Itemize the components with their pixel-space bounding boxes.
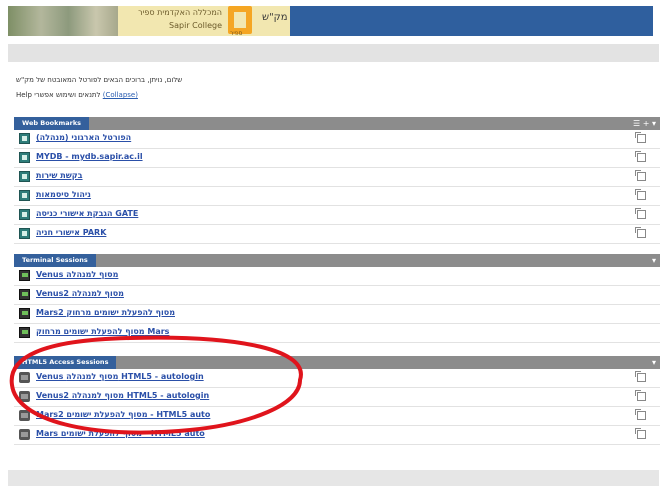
bookmark-link[interactable]: ניהול סיסמאות (36, 190, 91, 199)
open-new-window-icon[interactable] (635, 371, 646, 382)
bookmark-link[interactable]: אישורי חניה PARK (36, 228, 106, 237)
bookmark-link[interactable]: הפורטל הארגוני (מנהלה) (36, 133, 131, 142)
bookmark-icon (19, 133, 30, 144)
welcome-help-line: Help לתנאים ושימוש אפשרי (Collapse) (16, 91, 138, 99)
html5-session-link[interactable]: Mars2 מסוף להפעלת ישומים - HTML5 auto (36, 410, 210, 419)
section-header: HTML5 Access Sessions ▾ (14, 356, 660, 369)
open-new-window-icon[interactable] (635, 189, 646, 200)
html5-session-row[interactable]: Mars מסוף להפעלת ישומים - HTML5 auto (14, 426, 660, 445)
html5-session-row[interactable]: Venus2 מסוף למנהלה HTML5 - autologin (14, 388, 660, 407)
terminal-icon (19, 289, 30, 300)
portal-name: מק"ש (262, 12, 288, 23)
terminal-icon (19, 270, 30, 281)
html5-session-icon (19, 429, 30, 440)
html5-session-icon (19, 410, 30, 421)
help-text: Help לתנאים ושימוש אפשרי (16, 91, 101, 99)
header-bar (290, 6, 653, 36)
section-controls[interactable]: ☰ + ▾ (633, 118, 656, 129)
page-footer (8, 470, 659, 486)
campus-photo (8, 6, 118, 36)
html5-session-row[interactable]: Venus מסוף למנהלה HTML5 - autologin (14, 369, 660, 388)
section-title: Web Bookmarks (14, 117, 90, 130)
collapse-chevron-icon[interactable]: ▾ (652, 255, 656, 266)
html5-sessions-section: HTML5 Access Sessions ▾ Venus מסוף למנהל… (14, 356, 660, 445)
section-title: Terminal Sessions (14, 254, 96, 267)
terminal-link[interactable]: Venus מסוף למנהלה (36, 270, 118, 279)
bookmark-icon (19, 171, 30, 182)
bookmark-row[interactable]: הפורטל הארגוני (מנהלה) (14, 130, 660, 149)
section-title: HTML5 Access Sessions (14, 356, 117, 369)
bookmark-row[interactable]: MYDB - mydb.sapir.ac.il (14, 149, 660, 168)
toolbar-strip (8, 44, 659, 62)
bookmark-row[interactable]: ניהול סיסמאות (14, 187, 660, 206)
bookmark-row[interactable]: בקשת שירות (14, 168, 660, 187)
terminal-link[interactable]: Mars2 מסוף להפעלת ישומים מרחוק (36, 308, 175, 317)
terminal-row[interactable]: מסוף להפעלת ישומים מרחוק Mars (14, 324, 660, 343)
bookmark-row[interactable]: הגבקת אישורי כניסה GATE (14, 206, 660, 225)
terminal-link[interactable]: Venus2 מסוף למנהלה (36, 289, 124, 298)
terminal-icon (19, 308, 30, 319)
bookmark-row[interactable]: אישורי חניה PARK (14, 225, 660, 244)
terminal-row[interactable]: Venus מסוף למנהלה (14, 267, 660, 286)
open-new-window-icon[interactable] (635, 409, 646, 420)
section-header: Web Bookmarks ☰ + ▾ (14, 117, 660, 130)
web-bookmarks-section: Web Bookmarks ☰ + ▾ הפורטל הארגוני (מנהל… (14, 117, 660, 244)
collapse-chevron-icon[interactable]: ▾ (652, 357, 656, 368)
bookmark-link[interactable]: MYDB - mydb.sapir.ac.il (36, 152, 143, 161)
html5-session-icon (19, 391, 30, 402)
open-new-window-icon[interactable] (635, 132, 646, 143)
terminal-link[interactable]: מסוף להפעלת ישומים מרחוק Mars (36, 327, 169, 336)
terminal-icon (19, 327, 30, 338)
open-new-window-icon[interactable] (635, 151, 646, 162)
open-new-window-icon[interactable] (635, 208, 646, 219)
bookmark-icon (19, 152, 30, 163)
open-new-window-icon[interactable] (635, 390, 646, 401)
bookmark-icon (19, 209, 30, 220)
bookmark-icon (19, 228, 30, 239)
collapse-link[interactable]: (Collapse) (103, 91, 138, 99)
terminal-row[interactable]: Mars2 מסוף להפעלת ישומים מרחוק (14, 305, 660, 324)
terminal-row[interactable]: Venus2 מסוף למנהלה (14, 286, 660, 305)
bookmark-icon (19, 190, 30, 201)
html5-session-link[interactable]: Venus מסוף למנהלה HTML5 - autologin (36, 372, 204, 381)
html5-session-link[interactable]: Mars מסוף להפעלת ישומים - HTML5 auto (36, 429, 205, 438)
open-new-window-icon[interactable] (635, 170, 646, 181)
html5-session-icon (19, 372, 30, 383)
terminal-sessions-section: Terminal Sessions ▾ Venus מסוף למנהלה Ve… (14, 254, 660, 343)
section-header: Terminal Sessions ▾ (14, 254, 660, 267)
open-new-window-icon[interactable] (635, 428, 646, 439)
college-name-english: Sapir College (169, 21, 222, 30)
bookmark-link[interactable]: בקשת שירות (36, 171, 83, 180)
page-header: המכללה האקדמית ספיר Sapir College ספיר מ… (0, 0, 663, 40)
open-new-window-icon[interactable] (635, 227, 646, 238)
html5-session-link[interactable]: Venus2 מסוף למנהלה HTML5 - autologin (36, 391, 209, 400)
html5-session-row[interactable]: Mars2 מסוף להפעלת ישומים - HTML5 auto (14, 407, 660, 426)
welcome-message: שלום, נויתן, ברוכים הבאים לפורטל המאובטח… (16, 76, 183, 84)
logo-text: ספיר (230, 30, 243, 37)
college-name-hebrew: המכללה האקדמית ספיר (138, 8, 222, 17)
bookmark-link[interactable]: הגבקת אישורי כניסה GATE (36, 209, 138, 218)
